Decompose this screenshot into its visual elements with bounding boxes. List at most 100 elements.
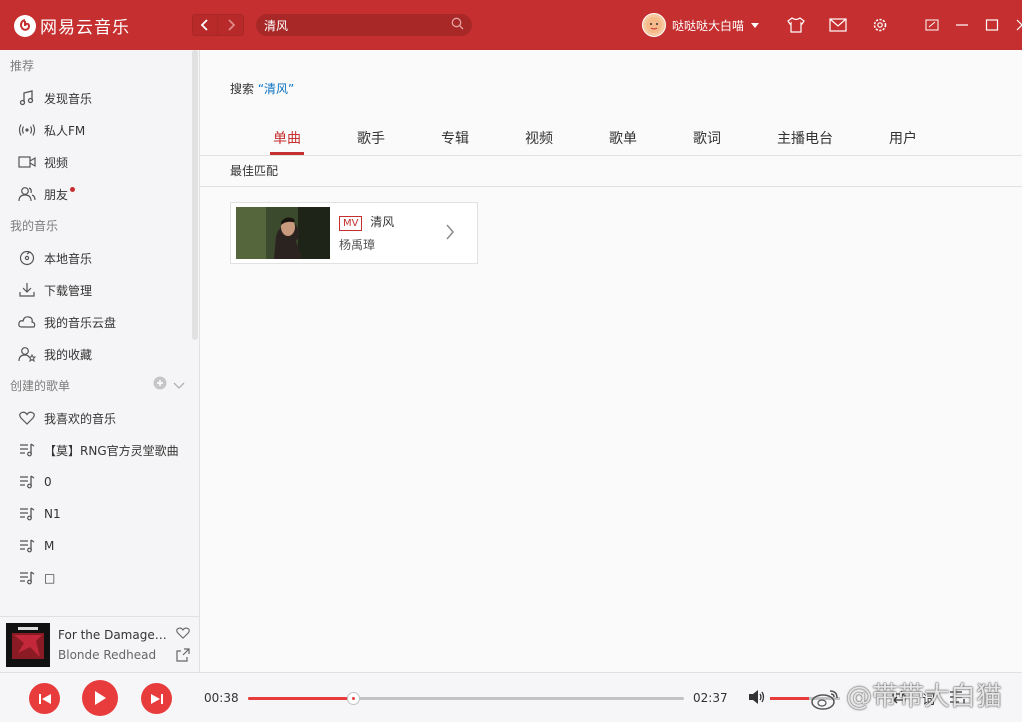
caret-down-icon[interactable] xyxy=(750,18,760,32)
playlist-icon xyxy=(18,537,36,555)
mini-mode-icon[interactable] xyxy=(922,15,942,35)
playlist-icon xyxy=(18,505,36,523)
sidebar-item-label: M xyxy=(44,539,55,553)
sidebar-item-label: 发现音乐 xyxy=(44,91,93,106)
sidebar-item-friends[interactable]: 朋友 xyxy=(0,178,199,210)
avatar[interactable] xyxy=(642,13,666,37)
main-content: 搜索 “清风” 单曲 歌手 专辑 视频 歌单 歌词 主播电台 用户 最佳匹配 M… xyxy=(200,50,1022,672)
now-playing-info: For the Damaged Coda Blonde Redhead xyxy=(58,628,168,662)
search-box[interactable] xyxy=(256,14,472,36)
mv-thumbnail[interactable] xyxy=(236,207,330,259)
search-icon[interactable] xyxy=(451,17,464,33)
best-match-card[interactable]: MV 清风 杨禹璋 xyxy=(230,202,478,264)
back-button[interactable] xyxy=(192,14,218,36)
sidebar: 推荐 发现音乐 私人FM 视频 朋友 我的音乐 本地音乐 下载管理 我的音乐云盘… xyxy=(0,50,200,616)
close-icon[interactable] xyxy=(1012,15,1022,35)
search-keyword: “清风” xyxy=(257,82,295,96)
sidebar-item-label: 私人FM xyxy=(44,123,86,138)
sidebar-item-playlist[interactable]: 0 xyxy=(0,466,199,498)
user-menu[interactable]: 哒哒哒大白喵 xyxy=(642,13,760,37)
chevron-left-icon xyxy=(200,19,208,31)
tab-videos[interactable]: 视频 xyxy=(525,128,553,148)
search-input[interactable] xyxy=(264,18,451,32)
radio-icon xyxy=(18,121,36,139)
heart-icon xyxy=(18,409,36,427)
sidebar-item-fm[interactable]: 私人FM xyxy=(0,114,199,146)
forward-button[interactable] xyxy=(218,14,244,36)
sidebar-item-discover[interactable]: 发现音乐 xyxy=(0,82,199,114)
best-match-header: 最佳匹配 xyxy=(200,156,1022,187)
music-note-icon xyxy=(18,89,36,107)
sidebar-item-label: 本地音乐 xyxy=(44,251,93,266)
tab-lyrics[interactable]: 歌词 xyxy=(693,128,721,148)
best-match-artist[interactable]: 杨禹璋 xyxy=(339,236,439,253)
watermark-text: @带带大白猫 xyxy=(846,682,1003,712)
section-created-playlists-label: 创建的歌单 xyxy=(10,379,71,393)
previous-button[interactable] xyxy=(29,683,60,714)
heart-icon[interactable] xyxy=(176,627,190,642)
now-playing-panel[interactable]: For the Damaged Coda Blonde Redhead xyxy=(0,616,200,672)
sidebar-item-playlist[interactable]: □ xyxy=(0,562,199,594)
tab-playlists[interactable]: 歌单 xyxy=(609,128,637,148)
chevron-right-icon xyxy=(227,19,235,31)
maximize-icon[interactable] xyxy=(982,15,1002,35)
total-time: 02:37 xyxy=(693,691,728,705)
settings-icon[interactable] xyxy=(870,15,890,35)
mail-icon[interactable] xyxy=(828,15,848,35)
playlist-icon xyxy=(18,569,36,587)
mv-badge[interactable]: MV xyxy=(339,216,363,231)
sidebar-item-collection[interactable]: 我的收藏 xyxy=(0,338,199,370)
tab-albums[interactable]: 专辑 xyxy=(441,128,469,148)
now-playing-artist[interactable]: Blonde Redhead xyxy=(58,648,168,662)
sidebar-item-playlist[interactable]: N1 xyxy=(0,498,199,530)
next-button[interactable] xyxy=(141,683,172,714)
best-match-title[interactable]: 清风 xyxy=(370,215,394,229)
progress-track[interactable] xyxy=(248,692,684,705)
minimize-icon[interactable] xyxy=(952,15,972,35)
sidebar-item-label: 下载管理 xyxy=(44,283,93,298)
sidebar-item-label: 我的音乐云盘 xyxy=(44,315,117,330)
add-playlist-icon[interactable] xyxy=(153,370,167,402)
sidebar-item-playlist[interactable]: 【莫】RNG官方灵堂歌曲 xyxy=(0,434,199,466)
album-cover[interactable] xyxy=(6,622,50,667)
now-playing-actions xyxy=(176,627,190,665)
friends-icon xyxy=(18,185,36,203)
playlist-section-actions xyxy=(153,370,185,402)
previous-icon xyxy=(38,693,51,704)
progress-fill xyxy=(248,697,354,700)
share-icon[interactable] xyxy=(176,648,190,665)
skin-icon[interactable] xyxy=(786,15,806,35)
sidebar-item-downloads[interactable]: 下载管理 xyxy=(0,274,199,306)
sidebar-item-label: 朋友 xyxy=(44,187,69,202)
watermark: @带带大白猫 xyxy=(810,676,1002,713)
sidebar-item-liked-music[interactable]: 我喜欢的音乐 xyxy=(0,402,199,434)
tab-artists[interactable]: 歌手 xyxy=(357,128,385,148)
section-created-playlists: 创建的歌单 xyxy=(0,370,199,402)
play-icon xyxy=(95,691,106,705)
user-name[interactable]: 哒哒哒大白喵 xyxy=(672,17,744,34)
playlist-icon xyxy=(18,473,36,491)
sidebar-item-label: N1 xyxy=(44,507,61,521)
sidebar-item-playlist[interactable]: M xyxy=(0,530,199,562)
sidebar-item-cloud[interactable]: 我的音乐云盘 xyxy=(0,306,199,338)
tab-radio[interactable]: 主播电台 xyxy=(777,128,833,148)
sidebar-item-label: 我的收藏 xyxy=(44,347,93,362)
sidebar-item-label: 我喜欢的音乐 xyxy=(44,411,117,426)
tab-users[interactable]: 用户 xyxy=(889,128,917,148)
volume-icon[interactable] xyxy=(748,689,766,708)
tab-songs[interactable]: 单曲 xyxy=(273,128,301,148)
now-playing-title[interactable]: For the Damaged Coda xyxy=(58,628,168,642)
result-tabs: 单曲 歌手 专辑 视频 歌单 歌词 主播电台 用户 xyxy=(200,124,1022,156)
section-my-music: 我的音乐 xyxy=(10,219,59,233)
section-recommend: 推荐 xyxy=(10,59,35,73)
sidebar-item-video[interactable]: 视频 xyxy=(0,146,199,178)
progress-knob[interactable] xyxy=(347,692,361,705)
app-logo[interactable]: 网易云音乐 xyxy=(14,13,130,38)
sidebar-item-local-music[interactable]: 本地音乐 xyxy=(0,242,199,274)
play-button[interactable] xyxy=(82,680,118,716)
chevron-right-icon[interactable] xyxy=(445,223,455,244)
chevron-down-icon[interactable] xyxy=(173,370,185,402)
sidebar-item-label: 视频 xyxy=(44,155,69,170)
sidebar-scrollbar[interactable] xyxy=(192,50,198,340)
active-tab-indicator xyxy=(270,152,304,155)
